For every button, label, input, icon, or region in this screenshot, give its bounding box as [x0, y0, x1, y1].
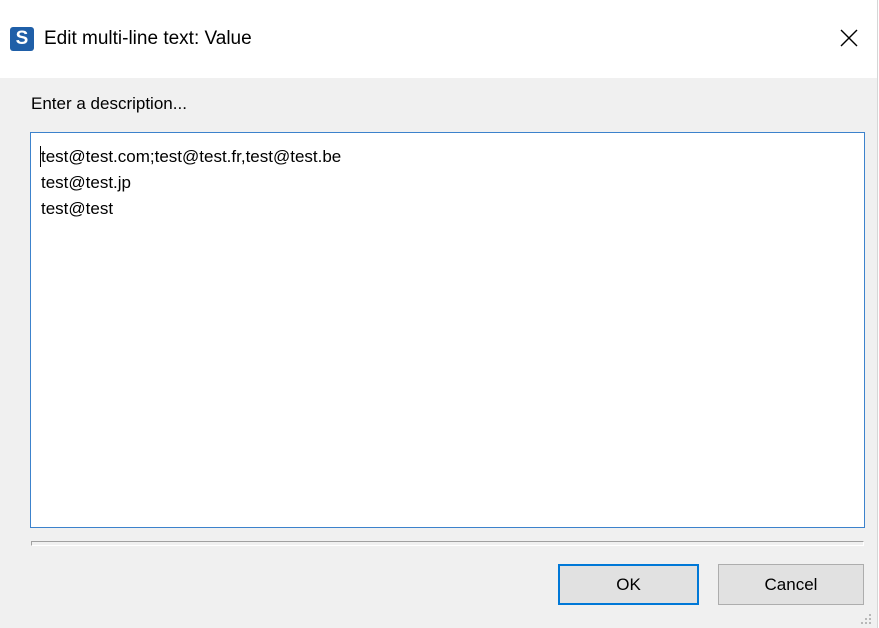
- separator: [31, 541, 864, 546]
- title-bar[interactable]: S Edit multi-line text: Value: [0, 0, 877, 78]
- cancel-button[interactable]: Cancel: [718, 564, 864, 605]
- text-line: test@test.com;test@test.fr,test@test.be: [41, 147, 342, 166]
- description-prompt: Enter a description...: [31, 94, 187, 113]
- close-button[interactable]: [821, 12, 877, 64]
- app-logo-icon: S: [10, 27, 34, 51]
- text-line: test@test.jp: [41, 173, 132, 192]
- ok-button[interactable]: OK: [558, 564, 699, 605]
- multiline-text-input[interactable]: test@test.com;test@test.fr,test@test.be …: [30, 132, 865, 528]
- close-icon: [840, 29, 858, 47]
- window-title: Edit multi-line text: Value: [44, 28, 252, 49]
- text-line: test@test: [41, 199, 114, 218]
- text-content: test@test.com;test@test.fr,test@test.be …: [41, 144, 341, 222]
- edit-multiline-dialog: S Edit multi-line text: Value Enter a de…: [0, 0, 878, 628]
- resize-grip[interactable]: [861, 614, 871, 624]
